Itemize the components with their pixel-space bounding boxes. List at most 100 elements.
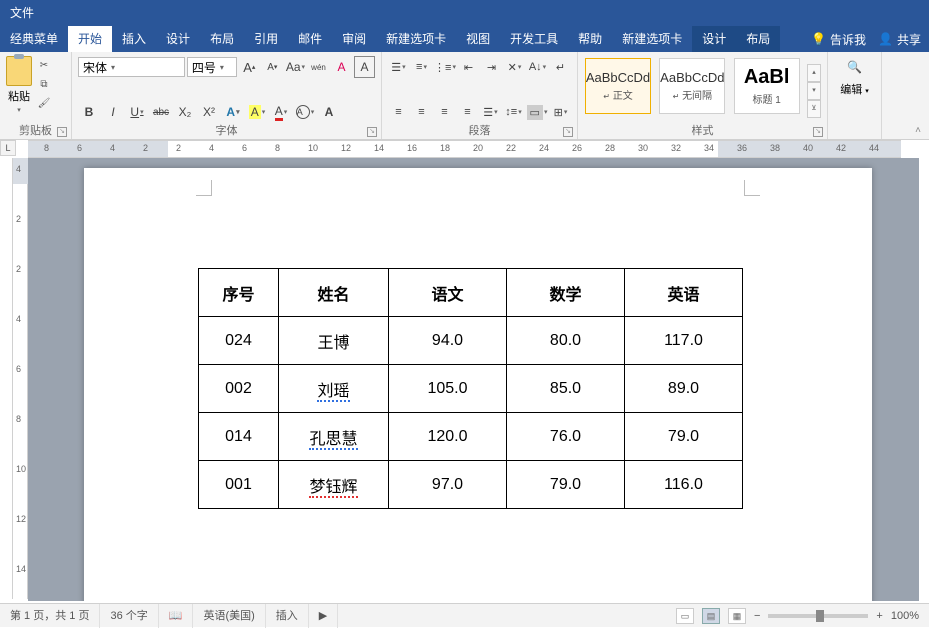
tab-newtab1[interactable]: 新建选项卡	[376, 26, 456, 52]
tab-home[interactable]: 开始	[68, 26, 112, 52]
collapse-ribbon-button[interactable]: ˄	[911, 125, 925, 137]
char-shading-button[interactable]: A	[318, 101, 340, 123]
tab-newtab2[interactable]: 新建选项卡	[612, 26, 692, 52]
tell-me[interactable]: 💡告诉我	[811, 31, 866, 48]
style-normal[interactable]: AaBbCcDd ↵ 正文	[585, 58, 651, 114]
style-heading1[interactable]: AaBl 标题 1	[734, 58, 800, 114]
view-read-button[interactable]: ▭	[676, 608, 694, 624]
align-left-button[interactable]: ≡	[388, 101, 409, 123]
status-words[interactable]: 36 个字	[100, 604, 158, 628]
zoom-in-button[interactable]: +	[876, 610, 882, 622]
phonetic-button[interactable]: wén	[308, 56, 329, 78]
table-cell[interactable]: 002	[199, 365, 279, 413]
paragraph-dialog-launcher[interactable]: ↘	[563, 127, 573, 137]
table-header[interactable]: 序号	[199, 269, 279, 317]
enclosed-char-button[interactable]: A	[294, 101, 316, 123]
tab-insert[interactable]: 插入	[112, 26, 156, 52]
tab-dev[interactable]: 开发工具	[500, 26, 568, 52]
table-header[interactable]: 英语	[625, 269, 743, 317]
styles-up-button[interactable]: ▴	[807, 64, 821, 82]
table-cell[interactable]: 王博	[279, 317, 389, 365]
sort-button[interactable]: A↓	[527, 56, 548, 78]
copy-button[interactable]: ⧉	[34, 75, 54, 93]
edit-label[interactable]: 编辑 ▾	[840, 81, 869, 97]
table-cell[interactable]: 孔思慧	[279, 413, 389, 461]
align-center-button[interactable]: ≡	[411, 101, 432, 123]
table-header[interactable]: 数学	[507, 269, 625, 317]
align-justify-button[interactable]: ≡	[457, 101, 478, 123]
style-nospacing[interactable]: AaBbCcDd ↵ 无间隔	[659, 58, 725, 114]
tab-table-design[interactable]: 设计	[692, 26, 736, 52]
table-cell[interactable]: 116.0	[625, 461, 743, 509]
horizontal-ruler[interactable]: 8642246810121416182022242628303234363840…	[28, 140, 901, 158]
table-cell[interactable]: 79.0	[507, 461, 625, 509]
table-row[interactable]: 024王博94.080.0117.0	[199, 317, 743, 365]
styles-down-button[interactable]: ▾	[807, 82, 821, 100]
table-cell[interactable]: 85.0	[507, 365, 625, 413]
table-cell[interactable]: 001	[199, 461, 279, 509]
tab-design[interactable]: 设计	[156, 26, 200, 52]
table-header-row[interactable]: 序号 姓名 语文 数学 英语	[199, 269, 743, 317]
shrink-font-button[interactable]: A▾	[262, 56, 283, 78]
table-cell[interactable]: 97.0	[389, 461, 507, 509]
tab-layout[interactable]: 布局	[200, 26, 244, 52]
view-print-button[interactable]: ▤	[702, 608, 720, 624]
table-cell[interactable]: 105.0	[389, 365, 507, 413]
table-cell[interactable]: 80.0	[507, 317, 625, 365]
change-case-button[interactable]: Aa	[285, 56, 306, 78]
status-proofing[interactable]: 📖	[159, 604, 194, 628]
table-header[interactable]: 语文	[389, 269, 507, 317]
tab-view[interactable]: 视图	[456, 26, 500, 52]
paste-button[interactable]: 粘贴 ▾	[6, 56, 32, 114]
zoom-thumb[interactable]	[816, 610, 824, 622]
outdent-button[interactable]: ⇤	[458, 56, 479, 78]
table-cell[interactable]: 刘瑶	[279, 365, 389, 413]
zoom-out-button[interactable]: −	[754, 610, 760, 622]
borders-button[interactable]: ⊞	[550, 101, 571, 123]
bullets-button[interactable]: ☰	[388, 56, 409, 78]
document-canvas[interactable]: 序号 姓名 语文 数学 英语 024王博94.080.0117.0002刘瑶10…	[28, 158, 919, 601]
font-name-select[interactable]: 宋体	[78, 57, 185, 77]
tab-mail[interactable]: 邮件	[288, 26, 332, 52]
tab-classic[interactable]: 经典菜单	[0, 26, 68, 52]
clear-format-button[interactable]: A	[331, 56, 352, 78]
clipboard-dialog-launcher[interactable]: ↘	[57, 127, 67, 137]
numbering-button[interactable]: ≡	[411, 56, 432, 78]
share-button[interactable]: 👤共享	[878, 31, 921, 48]
status-language[interactable]: 英语(美国)	[193, 604, 265, 628]
table-header[interactable]: 姓名	[279, 269, 389, 317]
vertical-ruler[interactable]: 422468101214	[12, 158, 28, 599]
styles-more-button[interactable]: ⊻	[807, 100, 821, 118]
view-web-button[interactable]: ▦	[728, 608, 746, 624]
table-row[interactable]: 001梦钰辉97.079.0116.0	[199, 461, 743, 509]
table-cell[interactable]: 94.0	[389, 317, 507, 365]
table-cell[interactable]: 梦钰辉	[279, 461, 389, 509]
indent-button[interactable]: ⇥	[481, 56, 502, 78]
align-right-button[interactable]: ≡	[434, 101, 455, 123]
shading-button[interactable]: ▭	[526, 101, 548, 123]
char-border-button[interactable]: A	[354, 56, 375, 78]
distributed-button[interactable]: ☰	[480, 101, 501, 123]
status-mode[interactable]: 插入	[266, 604, 309, 628]
font-size-select[interactable]: 四号	[187, 57, 237, 77]
find-button[interactable]: 🔍	[844, 56, 866, 78]
table-cell[interactable]: 89.0	[625, 365, 743, 413]
table-cell[interactable]: 76.0	[507, 413, 625, 461]
strike-button[interactable]: abc	[150, 101, 172, 123]
line-spacing-button[interactable]: ↕≡	[503, 101, 524, 123]
table-cell[interactable]: 120.0	[389, 413, 507, 461]
menu-file[interactable]: 文件	[0, 0, 44, 26]
subscript-button[interactable]: X₂	[174, 101, 196, 123]
table-cell[interactable]: 79.0	[625, 413, 743, 461]
table-cell[interactable]: 117.0	[625, 317, 743, 365]
format-painter-button[interactable]: 🖌	[34, 94, 54, 112]
table-row[interactable]: 002刘瑶105.085.089.0	[199, 365, 743, 413]
font-color-button[interactable]: A	[270, 101, 292, 123]
tab-table-layout[interactable]: 布局	[736, 26, 780, 52]
styles-dialog-launcher[interactable]: ↘	[813, 127, 823, 137]
cut-button[interactable]: ✂	[34, 56, 54, 74]
show-marks-button[interactable]: ↵	[550, 56, 571, 78]
superscript-button[interactable]: X²	[198, 101, 220, 123]
document-table[interactable]: 序号 姓名 语文 数学 英语 024王博94.080.0117.0002刘瑶10…	[198, 268, 743, 509]
zoom-slider[interactable]	[768, 614, 868, 618]
